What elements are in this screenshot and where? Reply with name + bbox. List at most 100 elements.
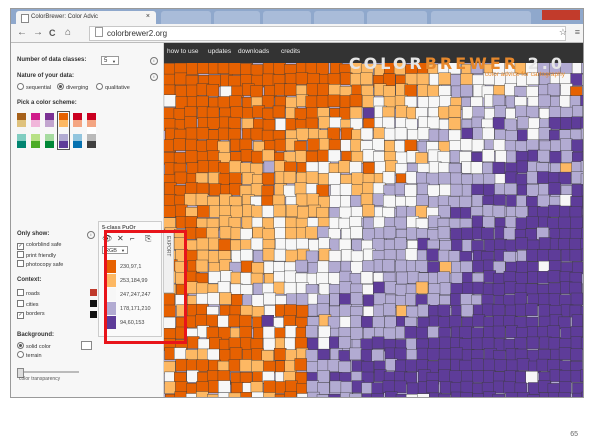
county-cell[interactable] — [492, 304, 506, 317]
tab-background[interactable] — [214, 11, 260, 24]
county-cell[interactable] — [495, 150, 508, 163]
county-cell[interactable] — [570, 348, 583, 361]
county-cell[interactable] — [274, 138, 288, 152]
county-cell[interactable] — [528, 117, 541, 131]
county-cell[interactable] — [538, 237, 552, 250]
county-cell[interactable] — [448, 129, 461, 143]
county-cell[interactable] — [318, 161, 331, 174]
county-cell[interactable] — [217, 392, 231, 397]
map-area[interactable]: how to use updates downloads credits COL… — [164, 43, 583, 397]
county-cell[interactable] — [219, 292, 232, 305]
county-cell[interactable] — [384, 316, 397, 329]
photocopy-safe-checkbox[interactable]: photocopy safe — [17, 260, 63, 268]
county-cell[interactable] — [482, 162, 495, 175]
print-friendly-checkbox[interactable]: print friendly — [17, 251, 56, 259]
county-cell[interactable] — [581, 391, 583, 397]
info-icon[interactable]: i — [150, 73, 158, 81]
county-cell[interactable] — [492, 205, 506, 218]
county-cell[interactable] — [504, 370, 517, 383]
scheme-option[interactable] — [17, 113, 26, 148]
county-cell[interactable] — [516, 260, 529, 274]
county-cell[interactable] — [417, 96, 431, 109]
county-cell[interactable] — [438, 393, 451, 397]
county-cell[interactable] — [329, 116, 342, 130]
county-cell[interactable] — [450, 283, 463, 296]
county-cell[interactable] — [373, 127, 386, 140]
county-cell[interactable] — [228, 172, 242, 186]
county-cell[interactable] — [174, 347, 187, 360]
county-cell[interactable] — [297, 206, 310, 219]
county-cell[interactable] — [317, 370, 330, 383]
county-cell[interactable] — [274, 238, 288, 251]
county-cell[interactable] — [394, 216, 407, 230]
county-cell[interactable] — [242, 107, 255, 120]
county-cell[interactable] — [174, 391, 187, 397]
county-cell[interactable] — [372, 281, 386, 295]
county-cell[interactable] — [250, 127, 264, 141]
county-cell[interactable] — [262, 119, 276, 132]
county-cell[interactable] — [547, 83, 561, 96]
scheme-option[interactable] — [31, 113, 40, 148]
county-cell[interactable] — [537, 194, 550, 208]
county-cell[interactable] — [262, 326, 276, 339]
county-cell[interactable] — [548, 106, 562, 119]
county-choropleth-map[interactable] — [164, 43, 583, 397]
county-cell[interactable] — [275, 118, 288, 131]
county-cell[interactable] — [285, 96, 299, 110]
county-cell[interactable] — [295, 259, 308, 273]
county-cell[interactable] — [349, 161, 362, 174]
county-cell[interactable] — [228, 392, 242, 397]
county-cell[interactable] — [196, 182, 210, 196]
county-cell[interactable] — [262, 62, 276, 75]
county-cell[interactable] — [471, 337, 484, 351]
county-cell[interactable] — [175, 358, 188, 372]
nav-updates[interactable]: updates — [208, 48, 231, 55]
county-cell[interactable] — [296, 127, 309, 141]
county-cell[interactable] — [207, 348, 220, 362]
county-cell[interactable] — [438, 369, 451, 382]
county-cell[interactable] — [197, 61, 210, 74]
county-cell[interactable] — [515, 206, 528, 219]
county-cell[interactable] — [305, 349, 319, 362]
county-cell[interactable] — [306, 337, 320, 351]
county-cell[interactable] — [360, 338, 374, 351]
county-cell[interactable] — [228, 314, 241, 328]
county-cell[interactable] — [558, 216, 571, 230]
county-cell[interactable] — [415, 281, 429, 295]
county-cell[interactable] — [306, 193, 320, 206]
county-cell[interactable] — [250, 85, 263, 98]
county-cell[interactable] — [382, 116, 395, 130]
nav-credits[interactable]: credits — [281, 48, 300, 55]
county-cell[interactable] — [228, 117, 241, 130]
county-cell[interactable] — [504, 281, 517, 295]
county-cell[interactable] — [327, 94, 341, 108]
county-cell[interactable] — [384, 281, 397, 294]
county-cell[interactable] — [207, 292, 220, 305]
county-cell[interactable] — [196, 359, 209, 372]
county-cell[interactable] — [196, 127, 210, 140]
county-cell[interactable] — [196, 391, 209, 398]
county-cell[interactable] — [230, 205, 243, 219]
county-cell[interactable] — [294, 358, 308, 371]
county-cell[interactable] — [317, 149, 330, 163]
county-cell[interactable] — [262, 248, 276, 262]
county-cell[interactable] — [273, 348, 287, 361]
county-cell[interactable] — [537, 149, 550, 163]
county-cell[interactable] — [206, 314, 219, 327]
county-cell[interactable] — [482, 127, 495, 141]
county-cell[interactable] — [373, 216, 386, 230]
county-cell[interactable] — [582, 315, 583, 328]
transparency-slider[interactable] — [17, 368, 79, 378]
county-cell[interactable] — [209, 205, 222, 218]
county-cell[interactable] — [492, 117, 506, 130]
county-cell[interactable] — [273, 248, 287, 262]
county-cell[interactable] — [559, 194, 573, 208]
county-cell[interactable] — [185, 281, 198, 294]
county-cell[interactable] — [470, 161, 484, 175]
county-cell[interactable] — [459, 359, 472, 373]
county-cell[interactable] — [283, 171, 297, 184]
county-cell[interactable] — [472, 106, 485, 119]
county-cell[interactable] — [483, 358, 496, 372]
county-cell[interactable] — [449, 315, 462, 328]
county-cell[interactable] — [471, 139, 485, 152]
